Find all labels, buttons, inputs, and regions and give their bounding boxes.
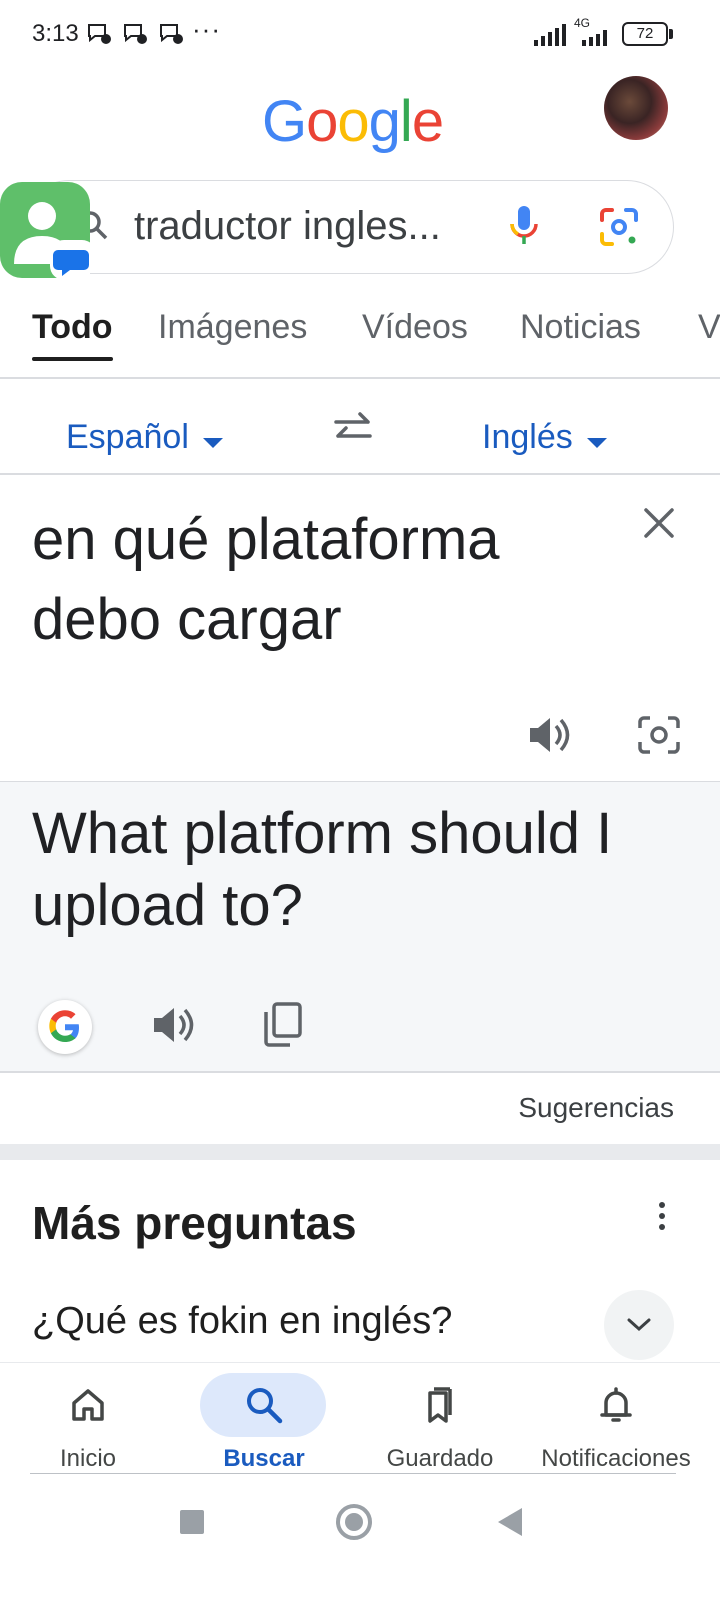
nav-buscar[interactable]: Buscar — [176, 1363, 352, 1479]
tab-noticias[interactable]: Noticias — [520, 308, 641, 361]
language-divider — [0, 473, 720, 475]
more-questions-heading: Más preguntas — [32, 1197, 357, 1249]
copy-icon[interactable] — [260, 1000, 304, 1048]
battery-indicator: 72 — [622, 22, 668, 46]
nav-notificaciones[interactable]: Notificaciones — [528, 1363, 704, 1479]
swap-languages-icon[interactable] — [330, 408, 376, 448]
suggestions-link[interactable]: Sugerencias — [518, 1092, 674, 1124]
nav-separator — [30, 1473, 676, 1474]
status-time: 3:13 — [32, 20, 79, 47]
search-icon — [247, 1388, 283, 1424]
speaker-icon[interactable] — [150, 1002, 196, 1048]
bookmark-icon — [428, 1387, 452, 1423]
logo-letter: e — [411, 89, 444, 154]
battery-tip — [669, 29, 673, 39]
translation-bottom-divider — [0, 1071, 720, 1073]
nav-label: Buscar — [223, 1445, 305, 1472]
chat-notification-icon — [124, 24, 147, 44]
google-logo[interactable]: Google — [262, 88, 444, 155]
chat-notification-icon — [160, 24, 183, 44]
logo-letter: G — [262, 89, 307, 154]
messages-chat-head-icon[interactable] — [0, 182, 90, 280]
dropdown-caret-icon — [202, 437, 223, 448]
more-notifications-icon: ··· — [192, 14, 221, 44]
bottom-navigation: Inicio Buscar Guardado Notificaciones — [0, 1362, 720, 1478]
nav-label: Notificaciones — [541, 1445, 691, 1472]
logo-letter: g — [368, 89, 401, 154]
search-tabs: Todo Imágenes Vídeos Noticias V — [0, 308, 720, 378]
search-input[interactable]: traductor ingles... — [134, 204, 441, 249]
target-language-select[interactable]: Inglés — [482, 418, 607, 457]
account-avatar[interactable] — [604, 76, 668, 140]
close-icon[interactable] — [640, 504, 678, 542]
camera-icon[interactable] — [636, 712, 682, 758]
source-text-input[interactable]: en qué plataforma debo cargar — [32, 500, 612, 660]
back-button[interactable] — [498, 1508, 522, 1536]
google-g-icon — [49, 1010, 79, 1042]
google-lens-icon[interactable] — [598, 206, 640, 248]
home-icon — [72, 1389, 104, 1421]
nav-label: Guardado — [386, 1445, 494, 1472]
home-button[interactable] — [336, 1504, 372, 1540]
logo-letter: o — [337, 89, 369, 154]
expand-question-button[interactable] — [604, 1290, 674, 1360]
status-bar: 3:13 ··· 4G 72 — [0, 0, 720, 68]
nav-inicio[interactable]: Inicio — [0, 1363, 176, 1479]
source-language-select[interactable]: Español — [66, 418, 223, 457]
mic-icon[interactable] — [508, 204, 540, 248]
source-language-label: Español — [66, 418, 189, 456]
translated-text: What platform should I upload to? — [32, 801, 613, 938]
nav-label: Inicio — [59, 1445, 117, 1472]
logo-letter: l — [399, 89, 413, 154]
signal-4g-icon — [582, 30, 607, 46]
more-options-icon[interactable] — [654, 1200, 670, 1232]
tab-more[interactable]: V — [698, 308, 720, 361]
tabs-divider — [0, 377, 720, 379]
system-navigation-bar — [0, 1480, 720, 1600]
target-language-label: Inglés — [482, 418, 573, 456]
speaker-icon[interactable] — [526, 712, 572, 758]
tab-videos[interactable]: Vídeos — [362, 308, 468, 361]
chevron-down-icon — [627, 1318, 651, 1332]
google-translate-badge[interactable] — [38, 1000, 92, 1054]
section-separator — [0, 1144, 720, 1160]
question-item[interactable]: ¿Qué es fokin en inglés? — [32, 1300, 452, 1343]
nav-guardado[interactable]: Guardado — [352, 1363, 528, 1479]
notification-icons — [86, 22, 184, 46]
tab-todo[interactable]: Todo — [32, 308, 113, 361]
logo-letter: o — [306, 89, 338, 154]
signal-icon — [534, 24, 566, 46]
network-type: 4G — [574, 16, 591, 30]
bell-icon — [600, 1387, 632, 1422]
recents-button[interactable] — [180, 1510, 204, 1534]
tab-imagenes[interactable]: Imágenes — [158, 308, 307, 361]
dropdown-caret-icon — [586, 437, 607, 448]
chat-notification-icon — [88, 24, 111, 44]
